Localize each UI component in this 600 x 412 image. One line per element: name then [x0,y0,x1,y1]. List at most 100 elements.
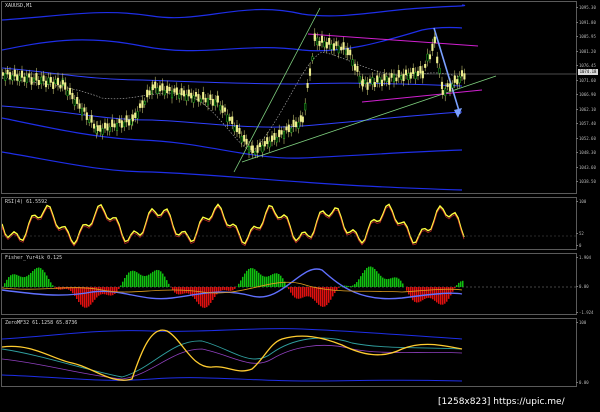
candle-body [266,137,269,145]
fisher-bar [114,287,116,294]
fisher-bar [126,274,128,287]
candle-body [388,77,391,85]
price-chart-panel[interactable]: XAUUSD,M1 [1,1,577,194]
candle-body [287,124,290,133]
candle-body [44,80,48,88]
fisher-drawing [2,266,576,308]
candle-body [99,125,102,132]
fisher-bar [294,287,296,298]
fisher-bar [418,287,420,303]
candle-body [111,119,114,127]
fisher-bar [234,287,236,289]
candle-body [395,77,398,82]
candle-body [168,87,171,91]
candle-body [376,75,379,83]
fisher-bar [330,287,332,300]
fisher-bar [48,278,50,287]
fisher-bar [238,283,240,287]
fisher-bar [22,277,24,287]
candle-body [148,90,151,96]
candle-body [4,73,7,81]
candle-body [115,123,119,131]
fisher-bar [244,273,246,287]
candle-body [123,121,126,127]
fisher-bar [174,287,176,293]
fisher-bar [88,287,90,307]
candle-body [318,40,321,47]
candle-body [92,123,96,129]
candle-body [380,79,384,87]
candle-body [278,129,281,138]
fisher-bar [408,287,410,295]
fisher-bar [420,287,422,302]
candle-body [256,145,259,153]
fisher-bar [304,287,306,297]
candle-body [52,81,55,89]
candle-body [270,135,274,142]
candle-body [268,141,271,148]
rsi-panel[interactable]: RSI(4) 61.5592 [1,197,577,250]
candle-body [282,131,286,139]
candle-body [400,75,403,80]
candle-body [247,145,251,154]
fisher-bar [86,287,88,308]
fisher-bar [122,281,124,287]
candle-body [8,72,12,80]
current-price-box: 1074.18 [578,69,598,75]
oscillator-panel[interactable]: ZeroMF32 61.1258 65.8736 [1,318,577,387]
candle-body [71,92,74,100]
candle-body [154,81,157,89]
candle-body [299,115,302,122]
fisher-bar [92,287,94,303]
candle-body [383,73,386,81]
fisher-bar [290,287,292,293]
fisher-bar [356,282,358,287]
candle-body [2,72,4,76]
fisher-bar [242,276,244,287]
fisher-tick-mid: 0.00 [576,284,589,289]
fisher-bar [394,277,396,287]
candle-body [421,70,424,79]
fisher-bar [148,274,150,287]
fisher-bar [338,287,340,288]
rsi-drawing [2,203,576,247]
price-tick: 1091.80 [576,19,596,25]
fisher-bar [36,267,38,287]
candle-body [64,82,67,90]
candle-body [90,115,93,123]
candle-body [332,43,336,51]
mt4-chart-window: XAUUSD,M1 1095.30 1091.80 1085.95 1081.20 [0,0,600,412]
candle-body [325,42,328,49]
fisher-bar [132,270,134,287]
fisher-bar [26,276,28,287]
candle-body [441,90,444,95]
oscillator-axis: 100 0.00 [575,318,600,387]
candle-body [199,98,202,103]
fisher-panel[interactable]: Fisher_Yur4ik 0.125 [1,253,577,315]
fisher-bar [130,271,132,287]
fisher-bar [8,277,10,287]
rsi-tick-top: 100 [575,199,587,204]
candle-body [113,123,116,128]
fisher-bar [16,274,18,287]
candle-body [397,70,400,78]
fisher-bar [380,275,382,287]
osc-yellow-line [2,329,463,381]
fisher-bar [270,275,272,287]
candle-body [446,83,449,88]
candle-body [151,84,154,91]
candle-body [206,97,210,106]
candle-body [163,90,166,96]
candle-body [166,85,169,94]
fisher-bar [116,287,118,292]
candle-body [209,94,212,101]
candle-body [223,107,227,112]
candle-body [438,67,441,74]
fisher-bar [230,287,232,291]
fisher-bar [222,287,224,291]
fisher-bar [378,273,380,287]
candle-body [182,90,186,97]
fisher-bar [384,278,386,287]
fisher-bar [278,274,280,287]
fisher-bar [346,285,348,287]
